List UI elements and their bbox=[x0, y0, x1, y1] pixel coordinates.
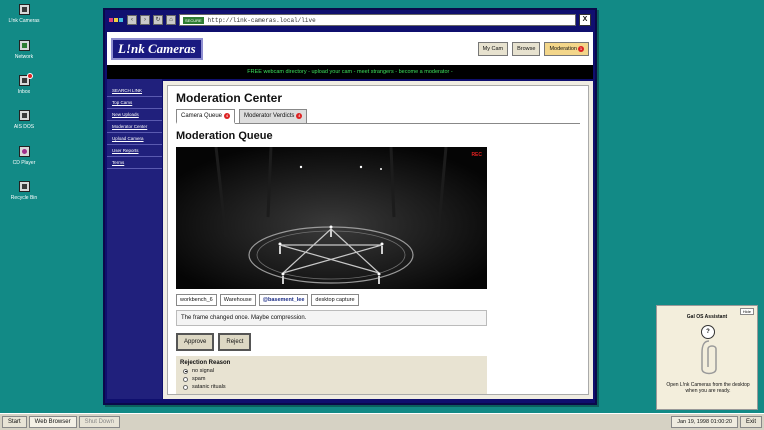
notification-badge bbox=[26, 73, 33, 79]
moderation-count-badge: 1 bbox=[578, 45, 584, 52]
sidebar-item-top-cams[interactable]: Top Cams bbox=[107, 97, 162, 109]
reason-option-label: spam bbox=[192, 376, 206, 382]
secure-badge: SECURE bbox=[183, 16, 204, 24]
recycle-icon bbox=[18, 181, 30, 192]
desktop-icon-ais-dos[interactable]: AIS DOS bbox=[4, 110, 44, 130]
my-cam-button[interactable]: My Cam bbox=[477, 41, 509, 56]
tab-camera-queue[interactable]: Camera Queue 4 bbox=[176, 109, 236, 124]
assistant-message: Open L!nk Cameras from the desktop when … bbox=[666, 382, 750, 394]
tab-count-badge: 4 bbox=[296, 113, 303, 119]
desktop-icon-recycle-bin[interactable]: Recycle Bin bbox=[4, 181, 44, 201]
tag-chip: desktop capture bbox=[311, 294, 359, 306]
desktop-icon-label: AIS DOS bbox=[13, 124, 35, 130]
question-bubble-icon: ? bbox=[701, 325, 715, 339]
window-dot-icon[interactable] bbox=[109, 17, 113, 22]
sidebar-item-moderator-center[interactable]: Moderator Center bbox=[107, 121, 162, 133]
tag-chip: Warehouse bbox=[219, 294, 256, 306]
reason-option-satanic-rituals[interactable]: satanic rituals bbox=[183, 384, 483, 390]
camera-feed: REC bbox=[176, 147, 487, 289]
desktop-icon-cd-player[interactable]: CD Player bbox=[4, 146, 44, 166]
radio-icon[interactable] bbox=[183, 384, 188, 390]
url-text: http://link-cameras.local/live bbox=[207, 16, 316, 24]
moderation-actions: Approve Reject bbox=[176, 333, 580, 351]
browse-button[interactable]: Browse bbox=[512, 41, 541, 56]
window-dot-icon[interactable] bbox=[114, 17, 118, 22]
page-title: Moderation Center bbox=[176, 91, 283, 105]
assistant-panel: Hide Gal OS Assistant ? Open L!nk Camera… bbox=[656, 305, 758, 410]
hide-assistant-button[interactable]: Hide bbox=[739, 308, 754, 315]
start-button[interactable]: Start bbox=[2, 416, 27, 428]
moderation-button[interactable]: Moderation 1 bbox=[544, 41, 589, 56]
address-bar[interactable]: SECURE http://link-cameras.local/live bbox=[179, 14, 576, 26]
queue-title: Moderation Queue bbox=[176, 130, 273, 142]
feed-tags: workbench_6 Warehouse @basement_lee desk… bbox=[176, 294, 580, 306]
network-icon bbox=[18, 40, 30, 51]
reason-option-no-signal[interactable]: no signal bbox=[183, 368, 483, 374]
taskbar-web-browser[interactable]: Web Browser bbox=[28, 416, 77, 428]
sidebar: SEARCH L!NK Top Cams New Uploads Moderat… bbox=[107, 79, 162, 399]
header-nav: My Cam Browse Moderation 1 bbox=[477, 41, 589, 56]
tab-bar: Camera Queue 4 Moderator Verdicts 4 bbox=[176, 109, 580, 124]
cd-icon bbox=[18, 146, 30, 157]
radio-selected-icon[interactable] bbox=[183, 368, 188, 374]
forward-button[interactable]: › bbox=[140, 15, 150, 25]
sidebar-item-new-uploads[interactable]: New Uploads bbox=[107, 109, 162, 121]
desktop-icon-link-cameras[interactable]: L!nk Cameras bbox=[4, 4, 44, 24]
paperclip-icon bbox=[701, 340, 717, 375]
sidebar-item-upload-camera[interactable]: Upload Camera bbox=[107, 133, 162, 145]
reason-option-label: satanic rituals bbox=[192, 384, 226, 390]
taskbar: Start Web Browser Shut Down Jan 19, 1998… bbox=[0, 413, 764, 430]
rejection-reason-label: Rejection Reason bbox=[180, 360, 231, 366]
terminal-icon bbox=[18, 110, 30, 121]
tab-label: Moderator Verdicts bbox=[244, 113, 295, 119]
window-controls bbox=[109, 17, 124, 24]
tab-count-badge: 4 bbox=[224, 113, 231, 119]
desktop-icon-label: Network bbox=[14, 54, 34, 60]
content-frame: Moderation Center Camera Queue 4 Moderato… bbox=[163, 81, 593, 399]
desktop-icon-label: CD Player bbox=[12, 160, 36, 166]
browser-toolbar: ‹ › ↻ ⌂ SECURE http://link-cameras.local… bbox=[105, 10, 595, 30]
desktop-icon-network[interactable]: Network bbox=[4, 40, 44, 60]
rec-indicator: REC bbox=[471, 152, 482, 158]
tab-label: Camera Queue bbox=[181, 113, 223, 119]
radio-icon[interactable] bbox=[183, 376, 188, 382]
reason-option-spam[interactable]: spam bbox=[183, 376, 483, 382]
pentagram-ritual-scene bbox=[176, 147, 487, 289]
approve-button[interactable]: Approve bbox=[176, 333, 215, 351]
reason-option-label: no signal bbox=[192, 368, 215, 374]
reload-button[interactable]: ↻ bbox=[153, 15, 163, 25]
close-button[interactable]: X bbox=[579, 14, 591, 26]
tab-moderator-verdicts[interactable]: Moderator Verdicts 4 bbox=[239, 109, 308, 123]
sidebar-item-user-reports[interactable]: User Reports bbox=[107, 145, 162, 157]
main-content: Moderation Center Camera Queue 4 Moderato… bbox=[167, 85, 589, 395]
desktop-icon-label: Inbox bbox=[17, 89, 31, 95]
browser-window: ‹ › ↻ ⌂ SECURE http://link-cameras.local… bbox=[103, 8, 597, 405]
back-button[interactable]: ‹ bbox=[127, 15, 137, 25]
desktop-icon-inbox[interactable]: Inbox bbox=[4, 73, 44, 95]
sidebar-item-search[interactable]: SEARCH L!NK bbox=[107, 85, 162, 97]
site-logo[interactable]: L!nk Cameras bbox=[111, 37, 203, 60]
inbox-icon bbox=[18, 73, 33, 86]
rejection-reason-group: Rejection Reason no signal spam satanic … bbox=[176, 356, 487, 394]
feed-note: The frame changed once. Maybe compressio… bbox=[176, 310, 487, 326]
moderation-label: Moderation bbox=[549, 45, 577, 52]
sidebar-item-terms[interactable]: Terms bbox=[107, 157, 162, 169]
clock: Jan 19, 1998 01:00:20 bbox=[671, 416, 738, 428]
window-dot-icon[interactable] bbox=[119, 17, 123, 22]
reject-button[interactable]: Reject bbox=[218, 333, 252, 351]
desktop-icon-label: L!nk Cameras bbox=[8, 18, 40, 24]
ticker-banner: FREE webcam directory - upload your cam … bbox=[107, 65, 593, 79]
site-header: L!nk Cameras My Cam Browse Moderation 1 bbox=[107, 32, 593, 65]
shutdown-button[interactable]: Shut Down bbox=[78, 416, 120, 428]
home-button[interactable]: ⌂ bbox=[166, 15, 176, 25]
uploader-chip[interactable]: @basement_lee bbox=[258, 294, 309, 306]
exit-button[interactable]: Exit bbox=[739, 416, 762, 428]
camera-icon bbox=[18, 4, 30, 15]
tag-chip: workbench_6 bbox=[176, 294, 217, 306]
desktop-icon-label: Recycle Bin bbox=[10, 195, 38, 201]
